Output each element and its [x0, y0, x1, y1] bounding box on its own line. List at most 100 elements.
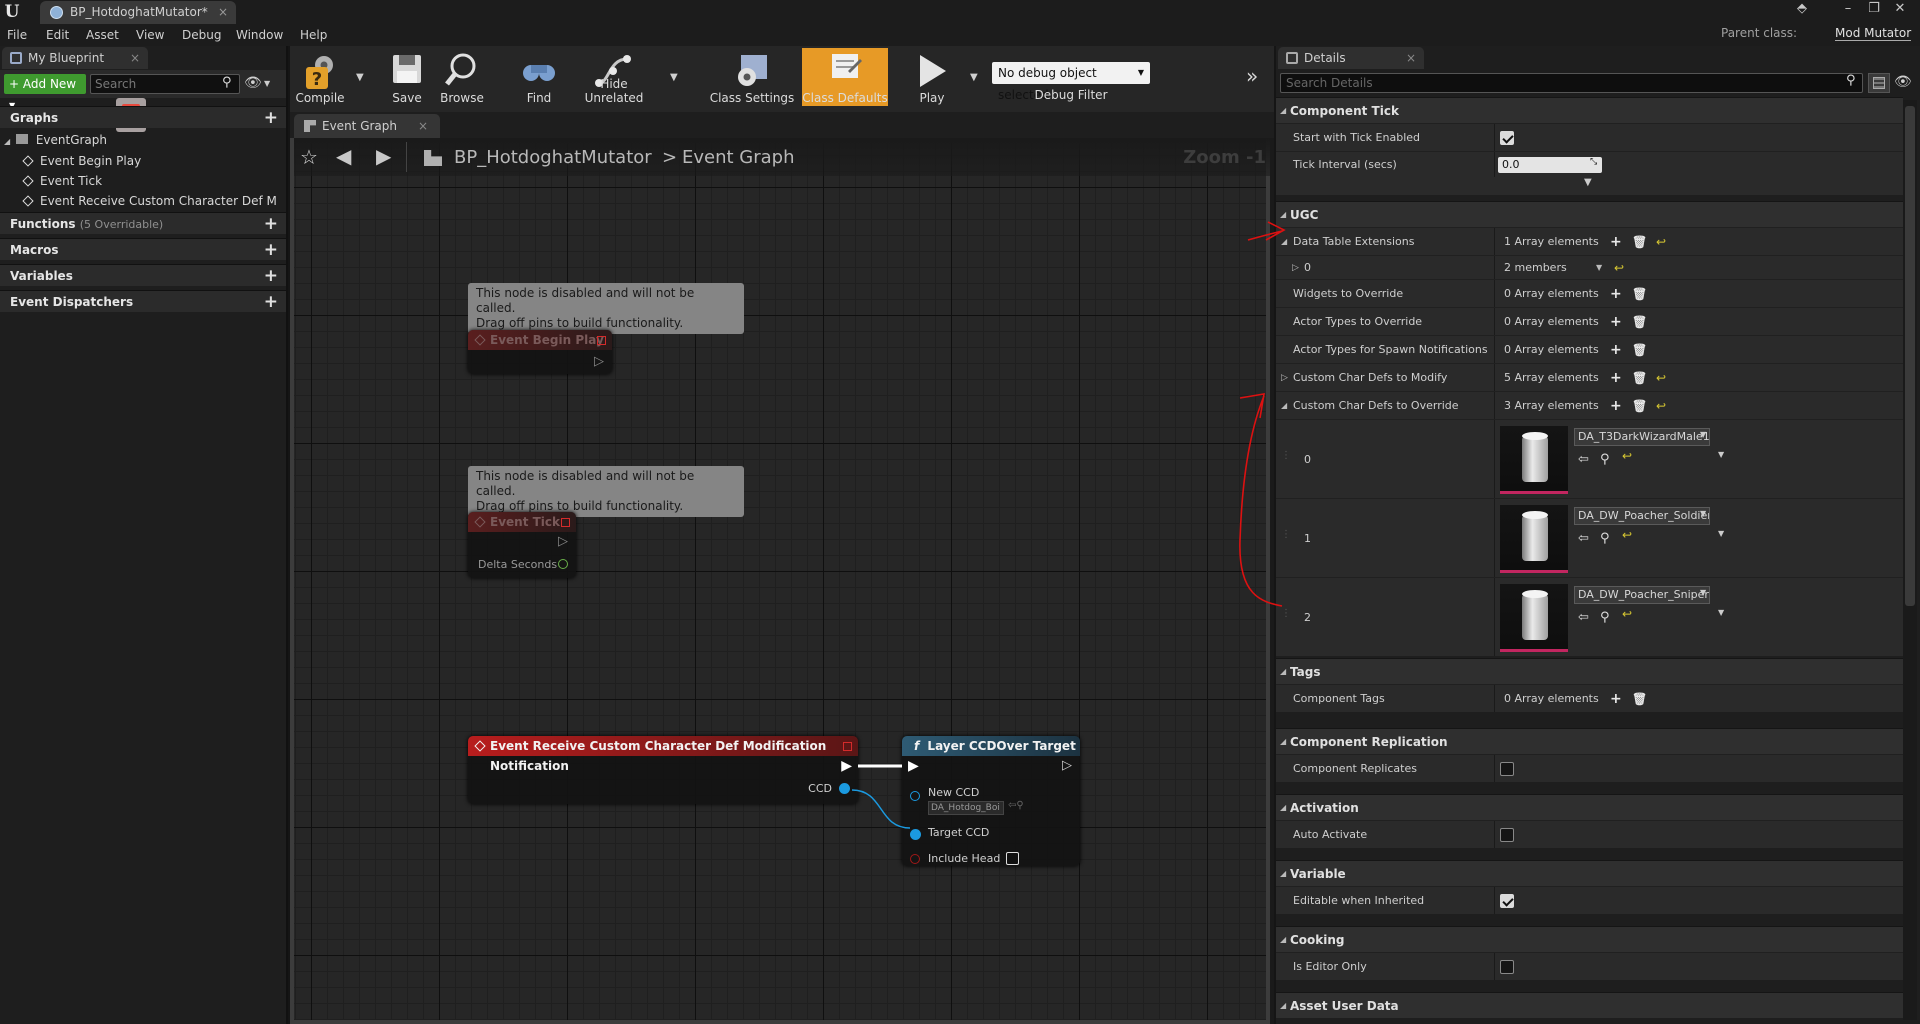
menu-edit[interactable]: Edit [46, 24, 69, 46]
drag-handle-icon[interactable]: ⋮ [1281, 608, 1291, 619]
add-element-icon[interactable]: + [1610, 364, 1622, 392]
use-selected-arrow-icon[interactable]: ⇦ [1578, 452, 1589, 467]
menu-window[interactable]: Window [236, 24, 283, 46]
drag-handle-icon[interactable]: ⋮ [1281, 529, 1291, 540]
view-options-icon[interactable]: 👁 [1894, 74, 1912, 90]
add-element-icon[interactable]: + [1610, 336, 1622, 364]
add-element-icon[interactable]: + [1610, 685, 1622, 713]
chevron-down-icon[interactable]: ▼ [1700, 430, 1706, 439]
is-editor-only-checkbox[interactable] [1500, 960, 1514, 974]
reset-to-default-icon[interactable]: ↩ [1614, 256, 1624, 280]
tree-item-eventgraph[interactable]: ◢ EventGraph [0, 130, 276, 150]
menu-help[interactable]: Help [300, 24, 327, 46]
save-button[interactable]: Save [380, 46, 434, 108]
browse-arrow-icon[interactable]: ⇦⚲ [1008, 800, 1024, 811]
menu-view[interactable]: View [136, 24, 164, 46]
bool-pin-icon[interactable] [910, 854, 920, 864]
exec-out-pin-icon[interactable]: ▷ [558, 534, 568, 549]
notification-icon[interactable]: ⬘ [1790, 0, 1814, 20]
close-tab-icon[interactable]: × [218, 1, 228, 23]
reset-to-default-icon[interactable]: ↩ [1656, 392, 1666, 420]
add-element-icon[interactable]: + [1610, 308, 1622, 336]
my-blueprint-tab[interactable]: My Blueprint × [2, 47, 148, 69]
category-cooking[interactable]: ◢ Cooking [1276, 926, 1903, 952]
tree-item-event-receive-ccd[interactable]: Event Receive Custom Character Def Modif… [0, 191, 276, 211]
collapse-arrow-icon[interactable]: ◢ [1281, 228, 1287, 256]
view-options-icon[interactable]: 👁 [244, 75, 262, 91]
asset-picker-combo[interactable]: DA_T3DarkWizardMale1 [1574, 428, 1710, 446]
exec-out-pin-icon[interactable]: ▷ [1062, 758, 1072, 773]
document-tab[interactable]: BP_HotdoghatMutator* × [40, 1, 236, 24]
collapse-arrow-icon[interactable]: ◢ [1281, 392, 1287, 420]
details-tab[interactable]: Details × [1278, 47, 1424, 69]
drag-handle-icon[interactable]: ⋮ [1281, 450, 1291, 461]
expand-arrow-icon[interactable]: ▷ [1292, 256, 1299, 280]
maximize-button[interactable]: ❐ [1862, 0, 1886, 20]
add-new-button[interactable]: + Add New ▼ [4, 74, 86, 110]
category-activation[interactable]: ◢ Activation [1276, 794, 1903, 820]
forward-arrow-icon[interactable]: ▶ [376, 144, 391, 168]
play-options-chevron-icon[interactable]: ▼ [970, 72, 978, 83]
element-options-chevron-icon[interactable]: ▼ [1718, 450, 1724, 459]
asset-picker-combo[interactable]: DA_DW_Poacher_Sniper [1574, 586, 1710, 604]
reset-to-default-icon[interactable]: ↩ [1622, 442, 1632, 470]
menu-debug[interactable]: Debug [182, 24, 221, 46]
collapse-arrow-icon[interactable]: ◢ [4, 137, 10, 146]
chevron-down-icon[interactable]: ▼ [1700, 588, 1706, 597]
details-scroll-thumb[interactable] [1905, 106, 1915, 606]
object-pin-icon[interactable] [910, 829, 921, 840]
class-settings-button[interactable]: Class Settings [708, 46, 796, 108]
close-tab-icon[interactable]: × [130, 47, 140, 69]
advanced-expander[interactable]: ▼ [1276, 177, 1903, 195]
tick-interval-input[interactable]: 0.0 [1498, 157, 1602, 173]
category-variable[interactable]: ◢ Variable [1276, 860, 1903, 886]
node-layer-ccd-over-target[interactable]: f Layer CCDOver Target ▶ ▷ New CCD DA_Ho… [902, 736, 1080, 866]
add-function-icon[interactable]: + [264, 213, 278, 235]
back-arrow-icon[interactable]: ◀ [336, 144, 351, 168]
reset-to-default-icon[interactable]: ↩ [1656, 228, 1666, 256]
asset-thumbnail[interactable] [1500, 426, 1568, 494]
close-tab-icon[interactable]: × [418, 114, 428, 138]
editable-when-inherited-checkbox[interactable] [1500, 894, 1514, 908]
close-tab-icon[interactable]: × [1406, 47, 1416, 69]
minimize-button[interactable]: – [1836, 0, 1860, 20]
event-graph-canvas[interactable]: ☆ ◀ ▶ BP_HotdoghatMutator > Event Graph … [290, 138, 1270, 1024]
spin-drag-icon[interactable]: ⤡ [1590, 157, 1597, 167]
compile-button[interactable]: ? Compile [292, 46, 348, 108]
star-icon[interactable]: ☆ [300, 145, 318, 169]
delegate-pin-icon[interactable] [597, 336, 606, 345]
tree-item-event-tick[interactable]: Event Tick [0, 171, 276, 191]
trash-icon[interactable]: 🗑 [1632, 685, 1647, 713]
category-component-replication[interactable]: ◢ Component Replication [1276, 728, 1903, 754]
menu-asset[interactable]: Asset [86, 24, 119, 46]
exec-out-pin-icon[interactable]: ▷ [594, 354, 604, 369]
add-variable-icon[interactable]: + [264, 265, 278, 287]
details-search-input[interactable]: Search Details [1280, 73, 1863, 93]
tree-item-event-begin-play[interactable]: Event Begin Play [0, 151, 276, 171]
trash-icon[interactable]: 🗑 [1632, 228, 1647, 256]
chevron-down-icon[interactable]: ▼ [1596, 256, 1602, 280]
node-event-begin-play[interactable]: Event Begin Play ▷ [468, 330, 612, 374]
play-button[interactable]: Play [904, 46, 960, 108]
hide-unrelated-chevron-icon[interactable]: ▼ [670, 72, 678, 83]
debug-object-select[interactable]: No debug object selected ▼ [992, 62, 1150, 102]
functions-section-header[interactable]: Functions (5 Overridable) + [0, 212, 286, 234]
unreal-logo-icon[interactable]: U [0, 0, 24, 24]
add-element-icon[interactable]: + [1610, 228, 1622, 256]
delegate-pin-icon[interactable] [561, 518, 570, 527]
parent-class-link[interactable]: Mod Mutator [1835, 26, 1912, 41]
toolbar-overflow-icon[interactable]: » [1246, 64, 1258, 88]
chevron-down-icon[interactable]: ▼ [1700, 509, 1706, 518]
node-event-receive-ccd-notification[interactable]: Event Receive Custom Character Def Modif… [468, 736, 858, 804]
event-dispatchers-section-header[interactable]: Event Dispatchers + [0, 290, 286, 312]
use-selected-arrow-icon[interactable]: ⇦ [1578, 610, 1589, 625]
add-element-icon[interactable]: + [1610, 280, 1622, 308]
find-button[interactable]: Find [516, 46, 562, 108]
class-defaults-button[interactable]: Class Defaults [802, 48, 888, 106]
reset-to-default-icon[interactable]: ↩ [1656, 364, 1666, 392]
new-ccd-asset-picker[interactable]: DA_Hotdog_Boi [928, 801, 1004, 815]
reset-to-default-icon[interactable]: ↩ [1622, 521, 1632, 549]
auto-activate-checkbox[interactable] [1500, 828, 1514, 842]
event-graph-tab[interactable]: Event Graph × [294, 114, 440, 138]
add-element-icon[interactable]: + [1610, 392, 1622, 420]
